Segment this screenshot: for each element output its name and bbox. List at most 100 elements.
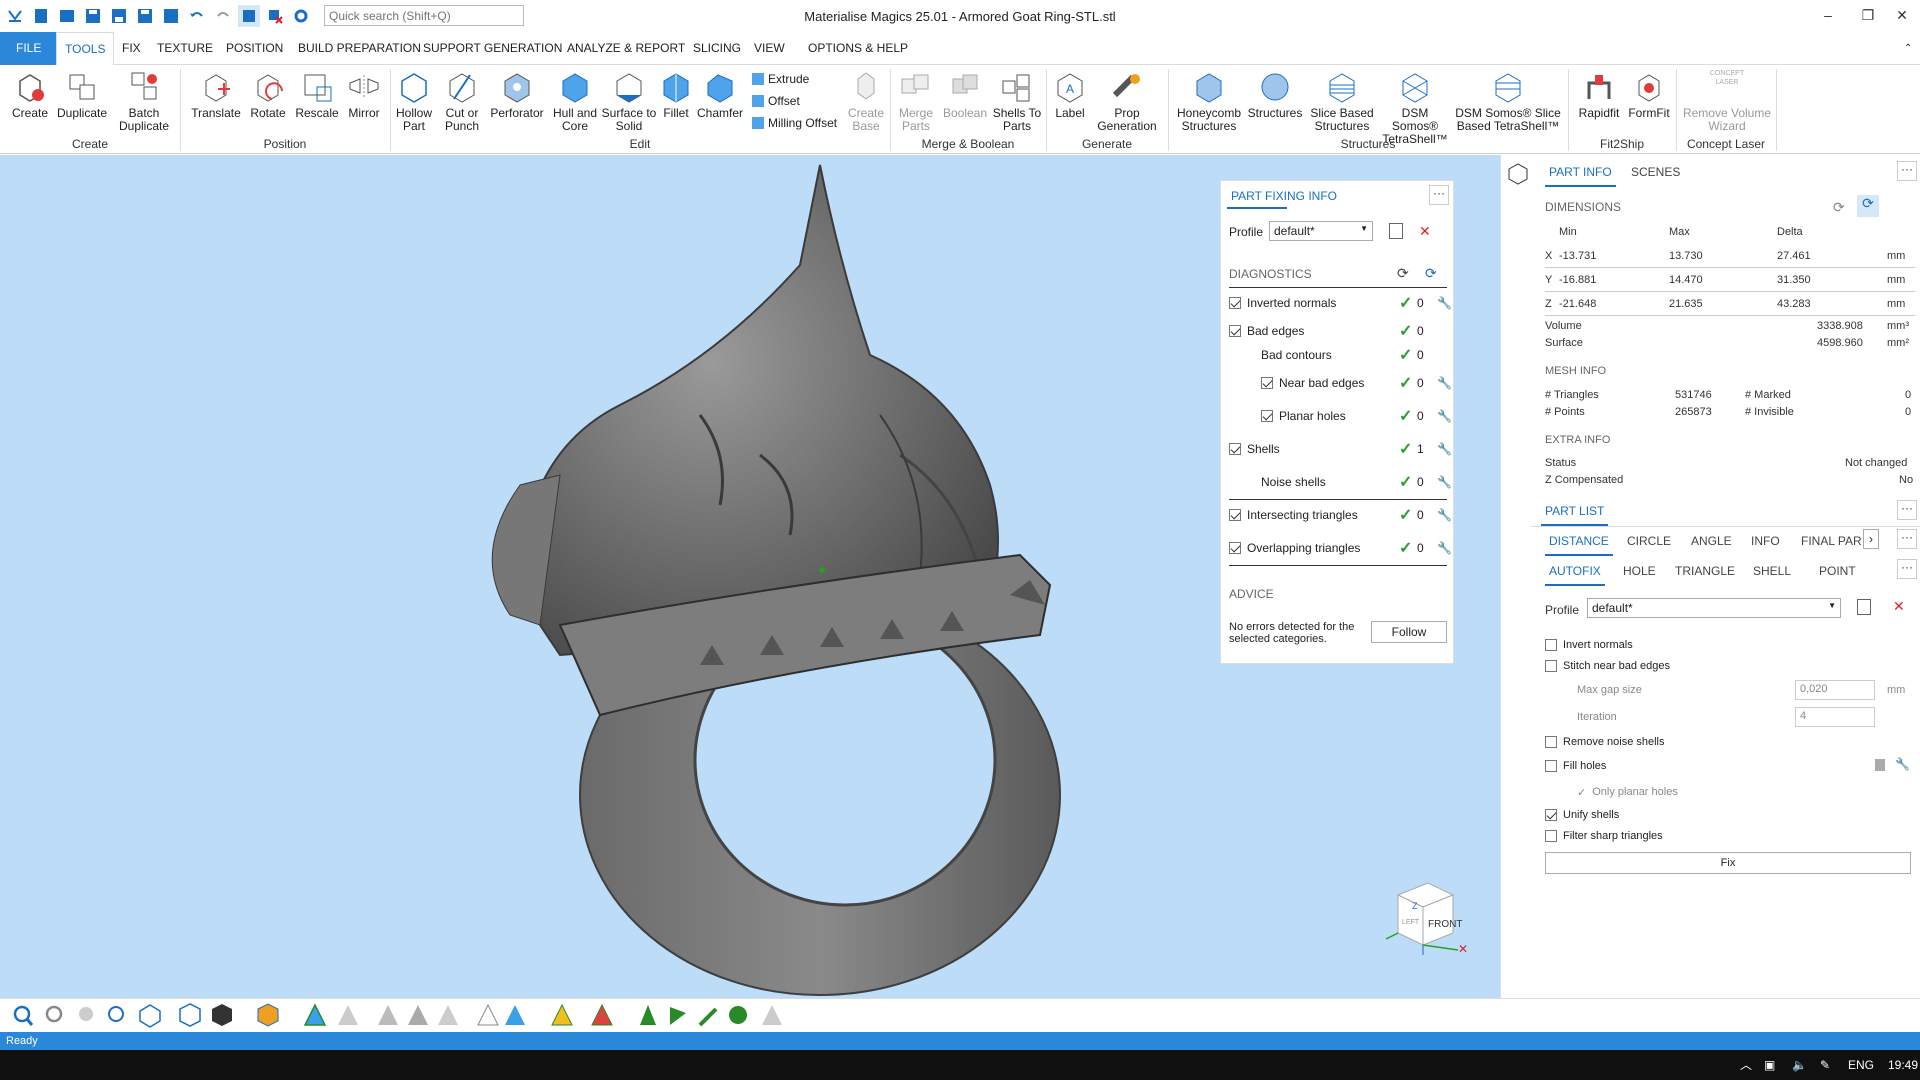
create-button[interactable]: Create xyxy=(8,69,52,120)
measure-menu-icon[interactable]: ··· xyxy=(1897,529,1917,549)
dsm-somos-slice-tetrashell-button[interactable]: DSM Somos® Slice Based TetraShell™ xyxy=(1454,69,1562,133)
undo-icon[interactable] xyxy=(186,5,208,27)
merge-parts-button[interactable]: Merge Parts xyxy=(894,69,938,133)
mirror-button[interactable]: Mirror xyxy=(344,69,384,120)
tabs-scroll-right-icon[interactable]: › xyxy=(1863,529,1879,549)
extrude-button[interactable]: Extrude xyxy=(752,72,809,86)
shaded-view-icon[interactable] xyxy=(212,1004,232,1026)
tab-triangle[interactable]: TRIANGLE xyxy=(1675,564,1735,578)
menu-position[interactable]: POSITION xyxy=(218,32,291,65)
view-cube-front[interactable]: FRONT xyxy=(1428,919,1462,930)
hollow-part-button[interactable]: Hollow Part xyxy=(392,69,436,133)
fix-menu-icon[interactable]: ··· xyxy=(1897,559,1917,579)
tab-angle[interactable]: ANGLE xyxy=(1691,534,1732,548)
menu-support-generation[interactable]: SUPPORT GENERATION xyxy=(415,32,570,65)
profile-select[interactable]: default* ▼ xyxy=(1269,221,1373,241)
app-menu-icon[interactable] xyxy=(4,5,26,27)
duplicate-button[interactable]: Duplicate xyxy=(56,69,108,120)
triangle-shell-icon[interactable] xyxy=(408,1005,428,1025)
checkbox[interactable] xyxy=(1545,760,1557,772)
checkbox[interactable] xyxy=(1229,443,1241,455)
offset-button[interactable]: Offset xyxy=(752,94,800,108)
fill-holes-settings-icon[interactable] xyxy=(1875,759,1885,771)
tab-circle[interactable]: CIRCLE xyxy=(1627,534,1671,548)
auto-refresh-icon[interactable]: ⟳ xyxy=(1425,265,1437,282)
batch-duplicate-button[interactable]: Batch Duplicate xyxy=(116,69,172,133)
fill-holes-wrench-icon[interactable]: 🔧 xyxy=(1895,757,1910,771)
dsm-somos-tetrashell-button[interactable]: DSM Somos® TetraShell™ xyxy=(1378,69,1452,146)
opt-unify-shells[interactable]: Unify shells xyxy=(1545,805,1905,825)
follow-button[interactable]: Follow xyxy=(1371,621,1447,643)
chamfer-button[interactable]: Chamfer xyxy=(696,69,744,120)
diag-near-bad-edges[interactable]: Near bad edges ✓ 0 🔧 xyxy=(1229,373,1452,393)
flag-green-icon[interactable] xyxy=(670,1007,686,1025)
triangle-surface-icon[interactable] xyxy=(378,1005,398,1025)
create-base-button[interactable]: Create Base xyxy=(844,69,888,133)
wrench-icon[interactable]: 🔧 xyxy=(1437,541,1452,555)
view-box-icon[interactable] xyxy=(179,1003,201,1027)
checkbox[interactable] xyxy=(1229,542,1241,554)
menu-view[interactable]: VIEW xyxy=(746,32,793,65)
tab-final-part[interactable]: FINAL PAR xyxy=(1801,534,1862,548)
fillet-button[interactable]: Fillet xyxy=(658,69,694,120)
opt-remove-noise-shells[interactable]: Remove noise shells xyxy=(1545,732,1905,752)
boolean-button[interactable]: Boolean xyxy=(942,69,988,120)
wrench-icon[interactable]: 🔧 xyxy=(1437,442,1452,456)
quick-search-input[interactable] xyxy=(324,5,524,26)
menu-file[interactable]: FILE xyxy=(0,32,58,65)
milling-offset-button[interactable]: Milling Offset xyxy=(752,116,837,130)
menu-tools[interactable]: TOOLS xyxy=(56,32,115,66)
honeycomb-structures-button[interactable]: Honeycomb Structures xyxy=(1174,69,1244,133)
remove-volume-wizard-button[interactable]: CONCEPT LASER Remove Volume Wizard xyxy=(1680,69,1774,133)
checkbox[interactable] xyxy=(1545,660,1557,672)
part-list-header[interactable]: PART LIST xyxy=(1540,504,1609,526)
opt-only-planar-holes[interactable]: ✓ Only planar holes xyxy=(1577,782,1897,802)
refresh-icon[interactable]: ⟳ xyxy=(1397,265,1409,282)
save-profile-icon[interactable] xyxy=(1389,223,1403,239)
checkbox[interactable] xyxy=(1545,639,1557,651)
tray-language[interactable]: ENG xyxy=(1848,1050,1874,1080)
settings-icon[interactable] xyxy=(290,5,312,27)
diag-intersecting-triangles[interactable]: Intersecting triangles ✓ 0 🔧 xyxy=(1229,505,1452,525)
tray-volume-icon[interactable]: 🔈 xyxy=(1792,1050,1807,1080)
formfit-button[interactable]: FormFit xyxy=(1626,69,1672,120)
checkbox[interactable] xyxy=(1261,377,1273,389)
tab-shell[interactable]: SHELL xyxy=(1753,564,1791,578)
collapse-ribbon-icon[interactable]: ⌃ xyxy=(1896,32,1920,65)
tab-info[interactable]: INFO xyxy=(1751,534,1780,548)
triangle-yellow-icon[interactable] xyxy=(551,1003,573,1026)
opt-invert-normals[interactable]: Invert normals xyxy=(1545,635,1905,655)
checkbox[interactable] xyxy=(1545,830,1557,842)
minimize-button[interactable]: – xyxy=(1808,2,1848,28)
checkbox[interactable] xyxy=(1545,736,1557,748)
translate-button[interactable]: Translate xyxy=(190,69,242,120)
color-view-icon[interactable] xyxy=(257,1003,279,1027)
opt-filter-sharp-triangles[interactable]: Filter sharp triangles xyxy=(1545,826,1905,846)
triangle-plane-icon[interactable] xyxy=(438,1005,458,1025)
autofix-profile-select[interactable]: default* ▼ xyxy=(1587,598,1841,618)
menu-slicing[interactable]: SLICING xyxy=(685,32,749,65)
view-direction-icon[interactable] xyxy=(139,1004,161,1028)
menu-analyze-report[interactable]: ANALYZE & REPORT xyxy=(559,32,693,65)
prop-generation-button[interactable]: Prop Generation xyxy=(1092,69,1162,133)
wrench-icon[interactable]: 🔧 xyxy=(1437,409,1452,423)
diag-inverted-normals[interactable]: Inverted normals ✓ 0 🔧 xyxy=(1229,293,1452,313)
import-icon[interactable] xyxy=(56,5,78,27)
checkbox[interactable] xyxy=(1261,410,1273,422)
checkbox[interactable] xyxy=(1229,325,1241,337)
part-info-menu-icon[interactable]: ··· xyxy=(1897,161,1917,181)
redo-icon[interactable] xyxy=(212,5,234,27)
cut-or-punch-button[interactable]: Cut or Punch xyxy=(440,69,484,133)
new-file-icon[interactable] xyxy=(30,5,52,27)
triangle-outline-icon[interactable] xyxy=(477,1003,499,1026)
menu-texture[interactable]: TEXTURE xyxy=(149,32,221,65)
diag-planar-holes[interactable]: Planar holes ✓ 0 🔧 xyxy=(1229,406,1452,426)
triangle-blue-icon[interactable] xyxy=(505,1005,525,1025)
save-project-icon[interactable] xyxy=(134,5,156,27)
tab-autofix[interactable]: AUTOFIX xyxy=(1545,564,1605,586)
delete-autofix-profile-icon[interactable]: ✕ xyxy=(1893,598,1905,615)
view-cube[interactable]: ✕ FRONT LEFT Z xyxy=(1378,875,1468,965)
triangle-red-icon[interactable] xyxy=(591,1003,613,1026)
wrench-icon[interactable]: 🔧 xyxy=(1437,376,1452,390)
surface-to-solid-button[interactable]: Surface to Solid xyxy=(600,69,658,133)
